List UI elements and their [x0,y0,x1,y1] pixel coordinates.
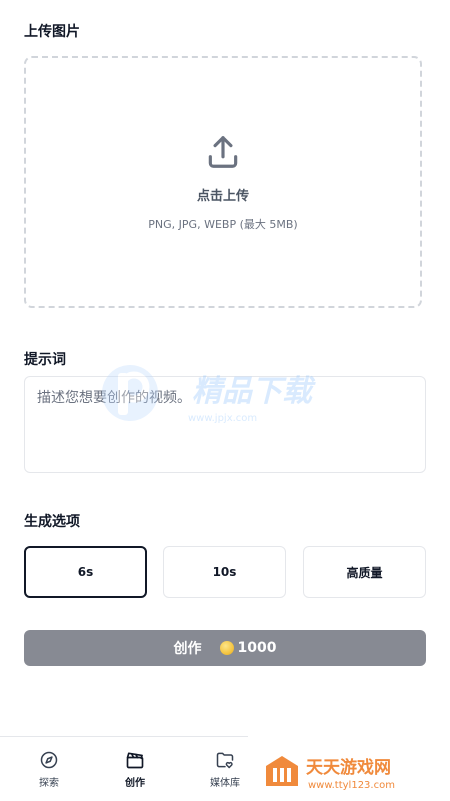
upload-icon [208,135,238,168]
nav-label-library: 媒体库 [210,777,240,789]
upload-section-title: 上传图片 [24,24,80,40]
nav-item-library[interactable]: 媒体库 [184,737,266,801]
option-10s[interactable]: 10s [163,546,286,598]
nav-item-create[interactable]: 创作 [94,737,176,801]
clapperboard-icon [126,752,144,768]
folder-heart-icon [216,752,234,768]
prompt-input[interactable] [24,376,426,473]
prompt-section-title: 提示词 [24,352,66,368]
option-high-quality[interactable]: 高质量 [303,546,426,598]
image-upload-dropzone[interactable]: 点击上传 PNG, JPG, WEBP (最大 5MB) [24,56,422,308]
create-button-label: 创作 [173,641,202,657]
options-section-title: 生成选项 [24,514,80,530]
create-cost: 1000 [237,640,277,656]
corner-watermark-url: www.ttyl123.com [308,780,395,791]
compass-icon [40,751,58,768]
bottom-navigation: 探索 创作 媒体库 [0,736,248,801]
corner-watermark-logo: 天天游戏网 www.ttyl123.com [262,754,442,792]
generation-options: 6s 10s 高质量 [24,546,426,598]
coin-icon [219,641,234,655]
create-button[interactable]: 创作 1000 [24,630,426,666]
nav-item-explore[interactable]: 探索 [8,737,90,801]
nav-label-explore: 探索 [39,777,59,789]
upload-title: 点击上传 [196,188,249,204]
upload-file-hint: PNG, JPG, WEBP (最大 5MB) [148,217,298,231]
corner-watermark-text: 天天游戏网 [306,757,391,778]
option-6s[interactable]: 6s [24,546,147,598]
nav-label-create: 创作 [125,777,145,789]
